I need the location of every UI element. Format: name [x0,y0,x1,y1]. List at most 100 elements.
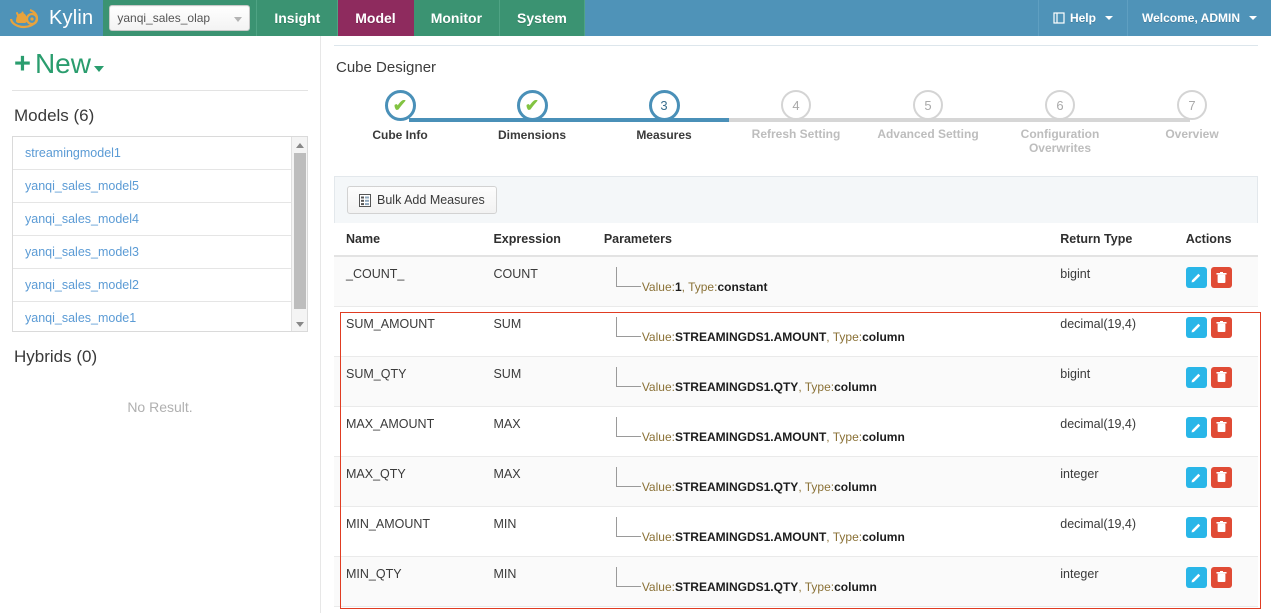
brand[interactable]: Kylin [0,0,103,36]
help-label: Help [1069,11,1096,25]
table-row[interactable]: SUM_QTY SUM Value:STREAMINGDS1.QTY, Type:c… [334,356,1258,407]
cell-expression: MAX [481,406,592,457]
user-label: Welcome, ADMIN [1141,11,1240,25]
list-item[interactable]: yanqi_sales_model3 [13,236,307,269]
hybrids-section-title: Hybrids (0) [14,347,98,366]
step-refresh-setting[interactable]: 4 Refresh Setting [730,90,862,155]
chevron-down-icon [1104,16,1113,20]
step-label: Measures [636,128,692,142]
delete-measure-button[interactable] [1210,516,1232,538]
page-title: Cube Designer [336,59,437,76]
help-menu[interactable]: Help [1037,0,1127,36]
bulk-add-measures-button[interactable]: Bulk Add Measures [347,186,497,214]
bulk-add-measures-label: Bulk Add Measures [377,193,485,207]
tab-monitor[interactable]: Monitor [413,0,501,36]
edit-measure-button[interactable] [1185,466,1207,488]
scroll-down-icon[interactable] [296,322,304,327]
cell-actions [1173,456,1258,507]
trash-icon [1216,421,1227,432]
tab-insight[interactable]: Insight [256,0,339,36]
edit-measure-button[interactable] [1185,416,1207,438]
check-icon: ✔ [524,96,540,115]
table-row[interactable]: MAX_QTY MAX Value:STREAMINGDS1.QTY, Type:c… [334,456,1258,507]
table-row[interactable]: _COUNT_ COUNT Value:1, Type:constant bigint [334,256,1258,307]
param-value-key: Value: [641,579,675,594]
step-label: Cube Info [372,128,428,142]
delete-measure-button[interactable] [1210,416,1232,438]
list-item[interactable]: yanqi_sales_model5 [13,170,307,203]
cell-name: MAX_QTY [334,456,482,507]
measures-table-body: _COUNT_ COUNT Value:1, Type:constant bigint… [334,256,1258,607]
col-name: Name [334,223,482,257]
table-row[interactable]: MIN_QTY MIN Value:STREAMINGDS1.QTY, Type:c… [334,556,1258,607]
param-value: 1 [674,280,682,294]
cell-name: _COUNT_ [334,256,482,307]
param-type: column [834,579,877,594]
table-row[interactable]: MAX_AMOUNT MAX Value:STREAMINGDS1.AMOUNT, … [334,406,1258,457]
step-advanced-setting[interactable]: 5 Advanced Setting [862,90,994,155]
new-button-label: New [34,48,91,79]
tab-system[interactable]: System [500,0,585,36]
step-cube-info[interactable]: ✔ Cube Info [334,90,466,155]
delete-measure-button[interactable] [1210,366,1232,388]
delete-measure-button[interactable] [1210,267,1232,288]
param-type: column [862,529,905,544]
cell-name: SUM_QTY [334,356,482,407]
tab-model[interactable]: Model [338,0,414,36]
steps-list: ✔ Cube Info ✔ Dimensions 3 Measures 4 Re… [334,90,1258,155]
cell-expression: MIN [481,556,592,607]
param-type: column [862,429,905,444]
new-button[interactable]: + New [12,36,308,90]
cell-return-type: bigint [1048,356,1174,407]
list-item[interactable]: yanqi_sales_mode1 [13,302,307,331]
step-label: Configuration Overwrites [1020,127,1100,155]
cell-return-type: bigint [1048,256,1174,307]
delete-measure-button[interactable] [1210,316,1232,338]
edit-measure-button[interactable] [1185,516,1207,538]
scrollbar-thumb[interactable] [294,153,306,309]
delete-measure-button[interactable] [1210,466,1232,488]
cell-parameters: Value:STREAMINGDS1.QTY, Type:column [591,456,1049,507]
edit-measure-button[interactable] [1185,316,1207,338]
list-add-icon [359,193,371,207]
cell-parameters: Value:STREAMINGDS1.QTY, Type:column [591,356,1049,407]
param-value-key: Value: [641,329,675,344]
trash-icon [1216,321,1227,332]
list-item[interactable]: streamingmodel1 [13,137,307,170]
step-label: Advanced Setting [877,127,979,141]
cell-expression: MAX [481,456,592,507]
kylin-logo-icon [9,8,39,29]
edit-measure-button[interactable] [1185,366,1207,388]
table-row[interactable]: MIN_AMOUNT MIN Value:STREAMINGDS1.AMOUNT, … [334,506,1258,557]
delete-measure-button[interactable] [1210,566,1232,588]
step-overview[interactable]: 7 Overview [1126,90,1258,155]
cell-return-type: decimal(19,4) [1048,306,1174,357]
step-dimensions[interactable]: ✔ Dimensions [466,90,598,155]
edit-measure-button[interactable] [1185,267,1207,288]
scroll-up-icon[interactable] [296,143,304,148]
cell-name: SUM_AMOUNT [334,306,482,357]
step-label: Dimensions [497,128,566,142]
param-value: STREAMINGDS1.AMOUNT [674,329,827,344]
cell-actions [1173,306,1258,357]
param-type: column [862,329,905,344]
nav-spacer [584,0,1038,36]
pencil-icon [1191,373,1200,382]
param-value: STREAMINGDS1.QTY [674,379,799,394]
step-measures[interactable]: 3 Measures [598,90,730,155]
cell-expression: SUM [481,356,592,407]
param-value: STREAMINGDS1.QTY [674,579,799,594]
user-menu[interactable]: Welcome, ADMIN [1126,0,1271,36]
project-select[interactable]: yanqi_sales_olap [109,5,251,31]
table-row[interactable]: SUM_AMOUNT SUM Value:STREAMINGDS1.AMOUNT, … [334,306,1258,357]
models-list-scrollbar[interactable] [291,137,307,331]
col-actions: Actions [1173,223,1258,257]
trash-icon [1216,521,1227,532]
edit-measure-button[interactable] [1185,566,1207,588]
list-item[interactable]: yanqi_sales_model2 [13,269,307,302]
measures-table-head: Name Expression Parameters Return Type A… [334,223,1258,257]
step-configuration-overwrites[interactable]: 6 Configuration Overwrites [994,90,1126,155]
param-type-key: , Type: [798,379,835,394]
book-icon [1053,12,1065,24]
list-item[interactable]: yanqi_sales_model4 [13,203,307,236]
